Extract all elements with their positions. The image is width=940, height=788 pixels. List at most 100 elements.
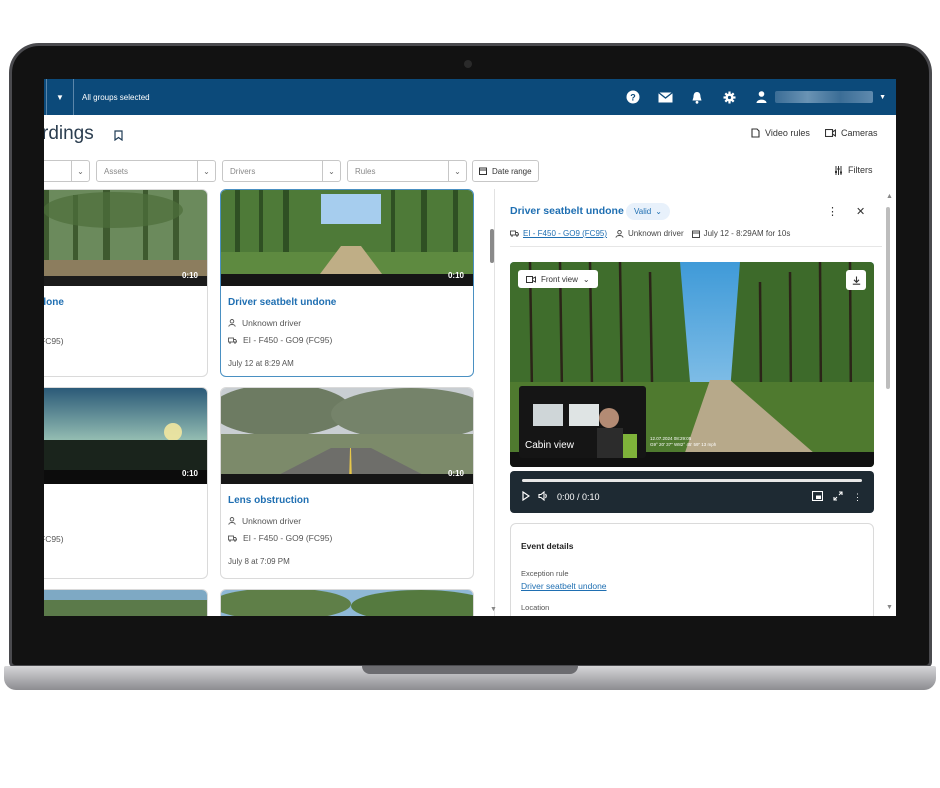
svg-text:?: ? [630, 93, 636, 103]
card-title[interactable]: Driver seatbelt undone [228, 297, 473, 308]
panel-divider [494, 189, 495, 616]
filter-rules-label: Rules [355, 166, 376, 176]
filter-rules[interactable]: Rules ⌄ [347, 160, 467, 182]
view-select-label: Front view [541, 274, 578, 284]
event-details-title: Event details [521, 541, 574, 551]
video-rules-link[interactable]: Video rules [751, 128, 810, 138]
gear-icon[interactable] [721, 89, 737, 105]
chevron-down-icon: ⌄ [655, 207, 662, 216]
filter-groups[interactable]: ⌄ [44, 160, 90, 182]
vehicle-text: FC95) [44, 336, 64, 346]
recording-card[interactable] [220, 589, 474, 616]
groups-selected-text: All groups selected [82, 92, 150, 102]
recording-card-selected[interactable]: 0:10 Driver seatbelt undone Unknown driv… [220, 189, 474, 377]
recording-card[interactable]: 0:10 done FC95) [44, 189, 208, 377]
datetime-text: July 12 - 8:29AM for 10s [703, 229, 791, 238]
mail-icon[interactable] [657, 89, 673, 105]
card-driver: Unknown driver [228, 318, 473, 328]
detail-scrollbar[interactable] [886, 207, 890, 389]
cameras-label: Cameras [841, 128, 878, 138]
event-details-card: Event details Exception rule Driver seat… [510, 523, 874, 616]
more-options-icon[interactable]: ⋮ [853, 492, 862, 503]
card-date: July 8 at 7:09 PM [228, 557, 290, 566]
card-date: July 12 at 8:29 AM [228, 359, 294, 368]
card-title[interactable]: Lens obstruction [228, 495, 473, 506]
date-range-button[interactable]: Date range [472, 160, 539, 182]
video-thumbnail: 0:10 [44, 190, 207, 286]
calendar-icon [691, 230, 700, 238]
detail-meta: EI - F450 - GO9 (FC95) Unknown driver Ju… [510, 229, 790, 238]
fullscreen-icon[interactable] [833, 491, 843, 503]
card-vehicle: EI - F450 - GO9 (FC95) [228, 335, 473, 345]
progress-bar[interactable] [522, 479, 862, 482]
vehicle-text: EI - F450 - GO9 (FC95) [243, 533, 333, 543]
vehicle-link[interactable]: EI - F450 - GO9 (FC95) [523, 229, 607, 238]
cabin-view-label: Cabin view [525, 440, 574, 451]
bookmark-icon[interactable] [114, 128, 123, 146]
group-dropdown-button[interactable]: ▼ [46, 79, 74, 115]
user-name-redacted[interactable] [775, 91, 874, 103]
filter-drivers[interactable]: Drivers ⌄ [222, 160, 341, 182]
volume-icon[interactable] [538, 490, 549, 503]
calendar-icon [479, 167, 487, 175]
video-timestamp: 12.07.2024 08:29:05 G9° 20' 37" W82° 45'… [650, 436, 717, 447]
video-player[interactable]: Front view ⌄ Cabin view 12.07.2024 08:29… [510, 262, 874, 467]
user-menu-caret-icon[interactable]: ▼ [879, 94, 886, 101]
picture-in-picture-icon[interactable] [811, 490, 824, 503]
scroll-down-arrow-icon[interactable]: ▼ [886, 604, 893, 611]
chevron-down-icon: ⌄ [582, 274, 590, 284]
chevron-down-icon: ⌄ [71, 161, 89, 181]
video-thumbnail: 0:10 [221, 388, 473, 484]
scroll-down-arrow-icon[interactable]: ▼ [490, 606, 497, 613]
date-range-label: Date range [492, 166, 532, 176]
location-label: Location [521, 603, 550, 612]
filter-assets[interactable]: Assets ⌄ [96, 160, 216, 182]
driver-text: Unknown driver [628, 229, 684, 238]
scroll-up-arrow-icon[interactable]: ▲ [886, 193, 893, 200]
page-title: rdings [44, 123, 94, 144]
time-display: 0:00 / 0:10 [557, 492, 600, 502]
duration-label: 0:10 [447, 469, 464, 478]
recording-card[interactable]: 0:10 Lens obstruction Unknown driver EI … [220, 387, 474, 579]
person-icon [228, 517, 236, 525]
vehicle-text: EI - F450 - GO9 (FC95) [243, 335, 333, 345]
card-title[interactable]: done [44, 297, 207, 308]
laptop-notch [362, 666, 578, 674]
card-vehicle: EI - F450 - GO9 (FC95) [228, 533, 473, 543]
filters-label: Filters [848, 165, 873, 175]
cameras-link[interactable]: Cameras [825, 128, 878, 138]
driver-text: Unknown driver [242, 318, 302, 328]
chevron-down-icon: ⌄ [322, 161, 340, 181]
user-icon[interactable] [753, 89, 769, 105]
driver-icon [615, 229, 624, 238]
exception-rule-label: Exception rule [521, 569, 569, 578]
exception-rule-link[interactable]: Driver seatbelt undone [521, 581, 607, 591]
close-icon[interactable]: ✕ [856, 205, 865, 218]
video-thumbnail: 0:10 [221, 190, 473, 286]
filter-assets-label: Assets [104, 166, 129, 176]
recording-card[interactable] [44, 589, 208, 616]
grid-scrollbar[interactable] [490, 229, 494, 263]
video-rules-icon [751, 128, 760, 138]
truck-icon [510, 230, 519, 237]
filters-button[interactable]: Filters [834, 165, 873, 175]
card-driver: Unknown driver [228, 516, 473, 526]
view-select-dropdown[interactable]: Front view ⌄ [518, 270, 598, 288]
help-icon[interactable]: ? [625, 89, 641, 105]
bell-icon[interactable] [689, 89, 705, 105]
duration-label: 0:10 [181, 469, 198, 478]
play-icon[interactable] [522, 490, 531, 503]
truck-icon [228, 337, 237, 344]
status-badge[interactable]: Valid ⌄ [626, 203, 670, 220]
person-icon [228, 319, 236, 327]
driver-text: Unknown driver [242, 516, 302, 526]
download-button[interactable] [846, 270, 866, 290]
more-options-icon[interactable]: ⋮ [827, 205, 838, 218]
cabin-view-overlay[interactable]: Cabin view [519, 386, 646, 458]
video-rules-label: Video rules [765, 128, 810, 138]
recording-card[interactable]: 0:10 FC95) [44, 387, 208, 579]
duration-label: 0:10 [447, 271, 464, 280]
webcam [464, 60, 472, 68]
video-controls: 0:00 / 0:10 ⋮ [510, 471, 874, 513]
recordings-grid: 0:10 done FC95) 0:10 Drive [44, 189, 484, 616]
